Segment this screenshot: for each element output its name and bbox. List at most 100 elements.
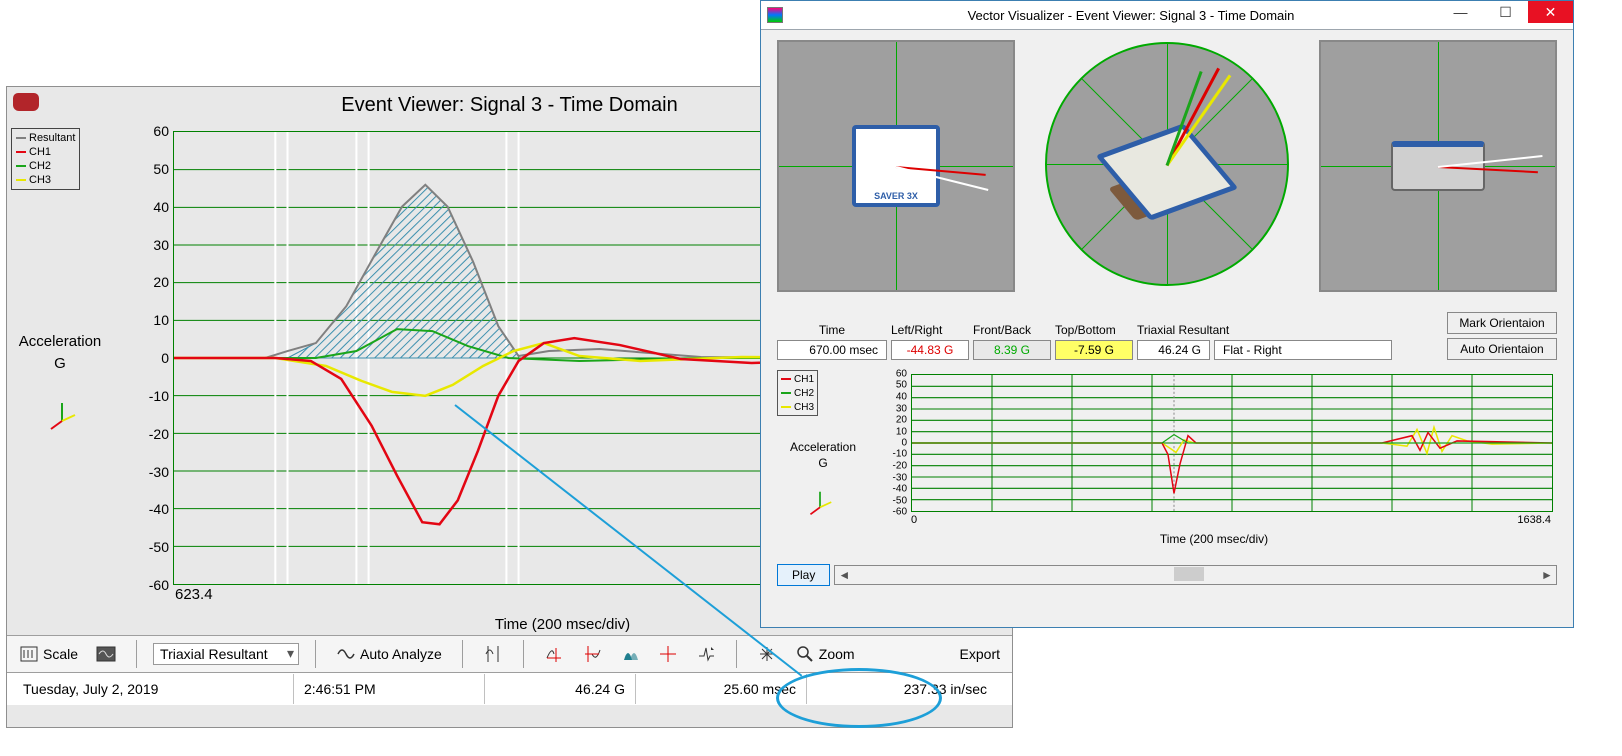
scale-label: Scale <box>43 646 78 662</box>
crosshair-icon <box>658 644 678 664</box>
sensor-iso-icon <box>1095 123 1238 220</box>
export-label: Export <box>960 646 1000 662</box>
view-toggle-button[interactable] <box>92 642 120 666</box>
legend-resultant: Resultant <box>29 132 75 144</box>
time-scrollbar[interactable]: ◄ ► <box>834 565 1557 585</box>
scroll-thumb[interactable] <box>1174 567 1204 581</box>
ro-time-value: 670.00 msec <box>777 340 887 360</box>
ro-fb-label: Front/Back <box>973 323 1051 338</box>
separator <box>136 640 137 668</box>
ytick: -50 <box>149 539 169 555</box>
vv-mini-plot-row: CH1 CH2 CH3 Acceleration G 60 50 40 30 <box>761 366 1573 560</box>
ro-tb-value: -7.59 G <box>1055 340 1133 360</box>
separator <box>315 640 316 668</box>
vv-readouts: Time 670.00 msec Left/Right -44.83 G Fro… <box>761 308 1573 366</box>
cursor-tool-2[interactable] <box>540 642 568 666</box>
status-velocity: 237.33 in/sec <box>807 681 997 697</box>
status-duration: 25.60 msec <box>636 681 806 697</box>
ro-fb-value: 8.39 G <box>973 340 1051 360</box>
ytick: 60 <box>153 123 169 139</box>
ytick: 30 <box>153 237 169 253</box>
waveform-small-icon <box>96 644 116 664</box>
analysis-combo-value: Triaxial Resultant <box>160 646 268 662</box>
close-button[interactable]: ✕ <box>1528 1 1573 23</box>
export-button[interactable]: Export <box>956 644 1004 664</box>
sine-icon <box>336 644 356 664</box>
ytick: -20 <box>149 426 169 442</box>
mini-legend: CH1 CH2 CH3 <box>777 370 818 416</box>
analysis-combo[interactable]: Triaxial Resultant <box>153 643 299 665</box>
vv-titlebar[interactable]: Vector Visualizer - Event Viewer: Signal… <box>761 1 1573 30</box>
x-axis-start: 623.4 <box>175 586 213 603</box>
scale-button[interactable]: Scale <box>15 642 82 666</box>
scroll-right-icon[interactable]: ► <box>1538 567 1556 583</box>
status-bar: Tuesday, July 2, 2019 2:46:51 PM 46.24 G… <box>7 672 1012 705</box>
cursor-tool-4[interactable] <box>616 642 644 666</box>
mini-x-label: Time (200 msec/div) <box>871 532 1557 546</box>
mini-ylabel: Acceleration <box>779 440 867 454</box>
vector-visualizer-window: Vector Visualizer - Event Viewer: Signal… <box>760 0 1574 628</box>
zoom-label: Zoom <box>819 646 855 662</box>
auto-analyze-button[interactable]: Auto Analyze <box>332 642 446 666</box>
cursor-tool-3[interactable] <box>578 642 606 666</box>
status-time: 2:46:51 PM <box>294 681 484 697</box>
iso-view[interactable] <box>1038 40 1296 288</box>
ytick: -40 <box>149 501 169 517</box>
scale-icon <box>19 644 39 664</box>
play-button[interactable]: Play <box>777 564 830 586</box>
cursor-tool-5[interactable] <box>654 642 682 666</box>
auto-analyze-label: Auto Analyze <box>360 646 442 662</box>
mini-plot[interactable] <box>911 374 1553 512</box>
integral-icon <box>620 644 640 664</box>
mini-triaxial-icon <box>807 490 833 516</box>
separator <box>736 640 737 668</box>
cursor-tool-7[interactable] <box>753 642 781 666</box>
magnifier-icon <box>795 644 815 664</box>
ytick: 40 <box>153 199 169 215</box>
scroll-left-icon[interactable]: ◄ <box>835 567 853 583</box>
mini-plot-area[interactable]: 60 50 40 30 20 10 0 -10 -20 -30 -40 -50 … <box>871 370 1557 556</box>
ytick: 0 <box>161 350 169 366</box>
y-ticks: 60 50 40 30 20 10 0 -10 -20 -30 -40 -50 … <box>113 131 171 585</box>
legend-ch2: CH2 <box>29 160 51 172</box>
peak-cursor-icon <box>544 644 564 664</box>
event-viewer-title-text: Event Viewer: Signal 3 - Time Domain <box>341 94 677 116</box>
ro-lr-label: Left/Right <box>891 323 969 338</box>
y-axis-unit: G <box>13 355 107 372</box>
auto-orientation-button[interactable]: Auto Orientaion <box>1447 338 1557 360</box>
separator <box>523 640 524 668</box>
ytick: -60 <box>149 577 169 593</box>
cursor-tool-1[interactable] <box>479 642 507 666</box>
ro-tb-label: Top/Bottom <box>1055 323 1133 338</box>
legend-ch1: CH1 <box>29 146 51 158</box>
ro-lr-value: -44.83 G <box>891 340 969 360</box>
valley-cursor-icon <box>582 644 602 664</box>
ro-orient-value: Flat - Right <box>1214 340 1392 360</box>
vv-play-row: Play ◄ ► <box>761 560 1573 594</box>
separator <box>462 640 463 668</box>
minimize-button[interactable]: — <box>1438 1 1483 23</box>
ytick: -10 <box>149 388 169 404</box>
mini-yunit: G <box>779 456 867 470</box>
cursor-brackets-icon <box>483 644 503 664</box>
ytick: -30 <box>149 464 169 480</box>
ytick: 10 <box>153 312 169 328</box>
mini-x-end: 1638.4 <box>1517 514 1551 526</box>
side-view[interactable] <box>1319 40 1557 292</box>
mark-orientation-button[interactable]: Mark Orientaion <box>1447 312 1557 334</box>
mini-x-start: 0 <box>911 514 917 526</box>
ro-tr-label: Triaxial Resultant <box>1137 323 1392 338</box>
status-peak: 46.24 G <box>485 681 635 697</box>
legend-ch3: CH3 <box>29 174 51 186</box>
vv-app-icon <box>767 7 783 23</box>
zoom-button[interactable]: Zoom <box>791 642 859 666</box>
status-date: Tuesday, July 2, 2019 <box>13 681 293 697</box>
maximize-button[interactable]: ☐ <box>1483 1 1528 23</box>
cursor-tool-6[interactable] <box>692 642 720 666</box>
app-logo-icon <box>13 93 39 111</box>
top-view[interactable]: SAVER 3X <box>777 40 1015 292</box>
ro-time-label: Time <box>777 323 887 338</box>
spark-icon <box>757 644 777 664</box>
toolbar: Scale Triaxial Resultant Auto Analyze <box>7 635 1012 672</box>
pulse-pick-icon <box>696 644 716 664</box>
